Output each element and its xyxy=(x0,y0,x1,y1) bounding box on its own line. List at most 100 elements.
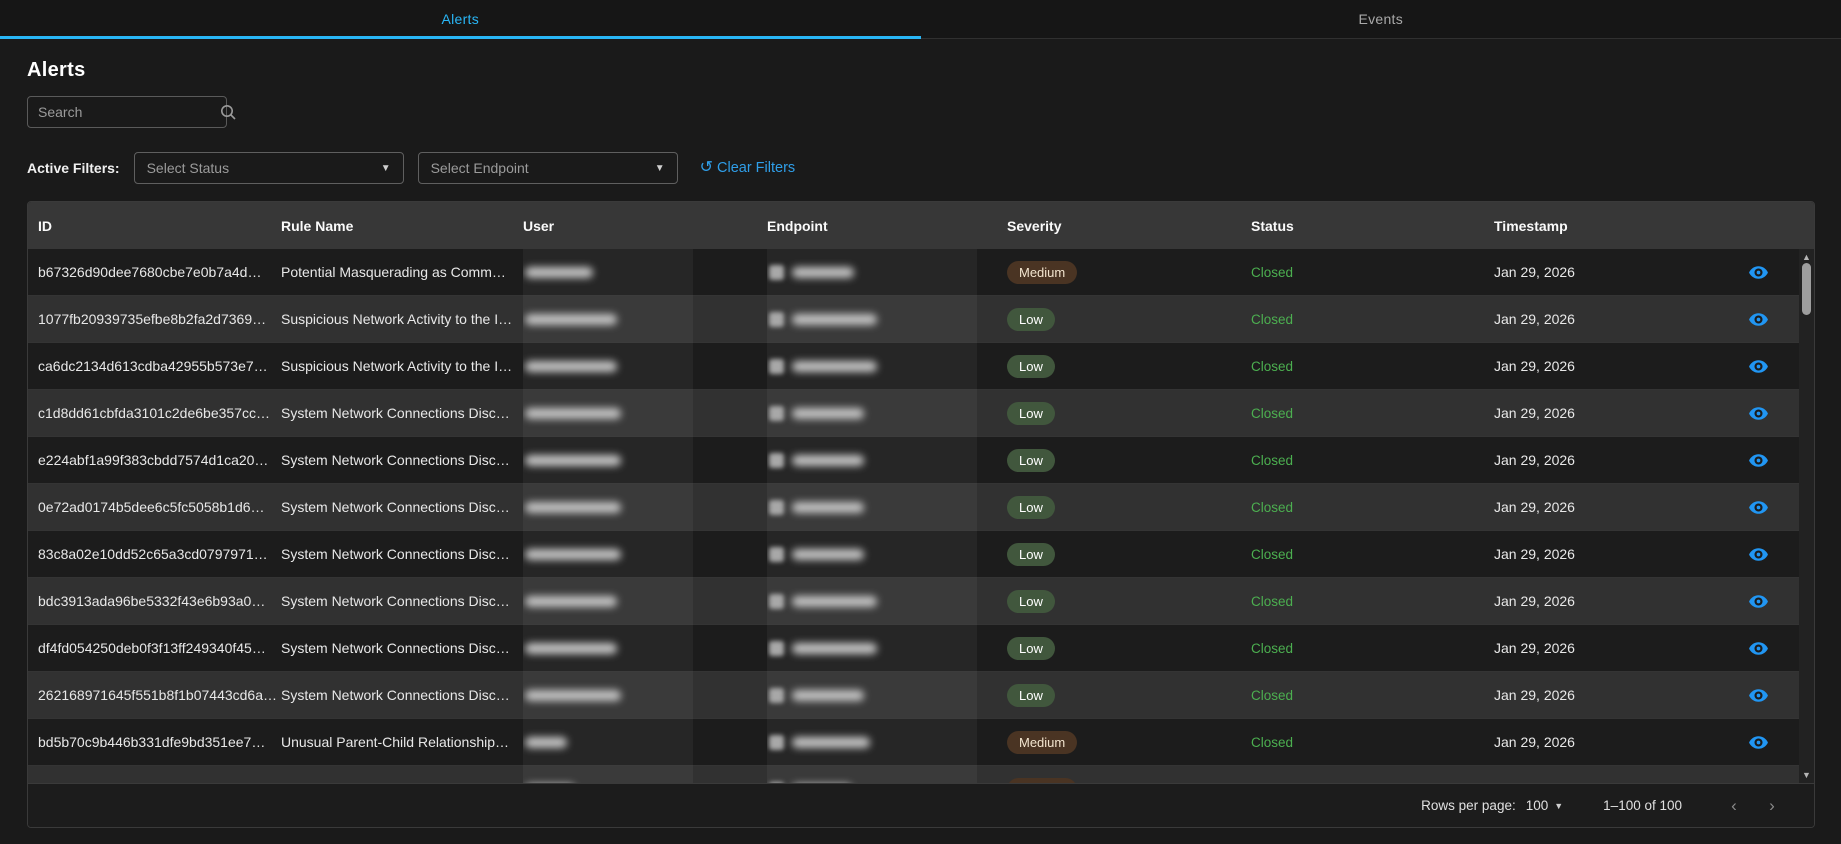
table-row[interactable]: df4fd054250deb0f3f13ff249340f45…System N… xyxy=(28,625,1799,672)
view-alert-eye-icon[interactable] xyxy=(1746,589,1770,613)
table-row[interactable]: 1077fb20939735efbe8b2fa2d7369…Suspicious… xyxy=(28,296,1799,343)
cell-severity: Medium xyxy=(1007,731,1251,754)
redaction-patch xyxy=(767,437,977,484)
search-icon xyxy=(219,103,237,121)
view-alert-eye-icon[interactable] xyxy=(1746,683,1770,707)
cell-rule-name: System Network Connections Disc… xyxy=(281,499,523,515)
view-alert-eye-icon[interactable] xyxy=(1746,307,1770,331)
clear-filters-button[interactable]: ↺ Clear Filters xyxy=(700,160,796,176)
redaction-patch xyxy=(523,766,693,784)
top-tab-bar: Alerts Events xyxy=(0,0,1841,39)
scroll-up-arrow-icon[interactable]: ▲ xyxy=(1799,251,1814,263)
cell-status: Closed xyxy=(1251,312,1494,327)
search-box[interactable] xyxy=(27,96,227,128)
cell-severity: Low xyxy=(1007,308,1251,331)
redaction-patch xyxy=(523,437,693,484)
redaction-patch xyxy=(523,672,693,719)
vertical-scrollbar[interactable]: ▲ ▼ xyxy=(1799,249,1814,783)
redaction-patch xyxy=(523,719,693,766)
redaction-patch xyxy=(523,343,693,390)
os-icon xyxy=(769,688,784,703)
table-row[interactable]: 262168971645f551b8f1b07443cd6a…System Ne… xyxy=(28,672,1799,719)
view-alert-eye-icon[interactable] xyxy=(1746,777,1770,783)
endpoint-filter-placeholder: Select Endpoint xyxy=(431,160,529,176)
table-row[interactable]: bd5b70c9b446b331dfe9bd351ee7…Unusual Par… xyxy=(28,719,1799,766)
os-icon xyxy=(769,594,784,609)
redaction-patch xyxy=(767,578,977,625)
cell-timestamp: Jan 29, 2026 xyxy=(1494,640,1731,656)
table-row[interactable]: bdc3913ada96be5332f43e6b93a0…System Netw… xyxy=(28,578,1799,625)
cell-status: Closed xyxy=(1251,453,1494,468)
table-row[interactable]: b67326d90dee7680cbe7e0b7a4d…Potential Ma… xyxy=(28,249,1799,296)
cell-user-redacted xyxy=(523,390,767,437)
table-row[interactable]: MediumClosedJan 29, 2026 xyxy=(28,766,1799,783)
table-row[interactable]: 83c8a02e10dd52c65a3cd0797971…System Netw… xyxy=(28,531,1799,578)
status-filter-placeholder: Select Status xyxy=(147,160,230,176)
cell-endpoint-redacted xyxy=(767,296,1007,343)
cell-user-redacted xyxy=(523,625,767,672)
tab-events[interactable]: Events xyxy=(921,0,1841,38)
table-rows: b67326d90dee7680cbe7e0b7a4d…Potential Ma… xyxy=(28,249,1799,783)
view-alert-eye-icon[interactable] xyxy=(1746,448,1770,472)
cell-severity: Medium xyxy=(1007,778,1251,784)
redaction-patch xyxy=(523,531,693,578)
view-alert-eye-icon[interactable] xyxy=(1746,260,1770,284)
endpoint-filter-select[interactable]: Select Endpoint ▼ xyxy=(418,152,678,184)
column-header-id: ID xyxy=(38,218,281,234)
cell-actions xyxy=(1731,542,1799,566)
redaction-patch xyxy=(523,390,693,437)
status-filter-select[interactable]: Select Status ▼ xyxy=(134,152,404,184)
cell-severity: Low xyxy=(1007,402,1251,425)
cell-severity: Low xyxy=(1007,684,1251,707)
cell-status: Closed xyxy=(1251,594,1494,609)
cell-timestamp: Jan 29, 2026 xyxy=(1494,781,1731,783)
cell-status: Closed xyxy=(1251,265,1494,280)
cell-actions xyxy=(1731,777,1799,783)
chevron-down-icon: ▼ xyxy=(381,163,391,174)
page-title: Alerts xyxy=(27,59,1814,82)
cell-status: Closed xyxy=(1251,735,1494,750)
redaction-patch xyxy=(767,672,977,719)
scroll-down-arrow-icon[interactable]: ▼ xyxy=(1799,769,1814,781)
tab-alerts[interactable]: Alerts xyxy=(0,0,921,38)
rows-per-page-select[interactable]: 100 ▼ xyxy=(1526,798,1563,813)
cell-user-redacted xyxy=(523,296,767,343)
view-alert-eye-icon[interactable] xyxy=(1746,495,1770,519)
table-row[interactable]: e224abf1a99f383cbdd7574d1ca20…System Net… xyxy=(28,437,1799,484)
view-alert-eye-icon[interactable] xyxy=(1746,401,1770,425)
next-page-button[interactable]: › xyxy=(1760,796,1784,816)
os-icon xyxy=(769,782,784,784)
previous-page-button[interactable]: ‹ xyxy=(1722,796,1746,816)
scrollbar-thumb[interactable] xyxy=(1802,263,1811,315)
cell-rule-name: System Network Connections Disc… xyxy=(281,405,523,421)
table-row[interactable]: 0e72ad0174b5dee6c5fc5058b1d6…System Netw… xyxy=(28,484,1799,531)
chevron-down-icon: ▼ xyxy=(1554,801,1563,811)
chevron-down-icon: ▼ xyxy=(655,163,665,174)
view-alert-eye-icon[interactable] xyxy=(1746,730,1770,754)
cell-status: Closed xyxy=(1251,359,1494,374)
cell-status: Closed xyxy=(1251,547,1494,562)
severity-badge: Low xyxy=(1007,543,1055,566)
column-header-rule-name: Rule Name xyxy=(281,218,523,234)
os-icon xyxy=(769,312,784,327)
clear-filters-label: Clear Filters xyxy=(717,160,795,176)
cell-severity: Low xyxy=(1007,590,1251,613)
cell-actions xyxy=(1731,636,1799,660)
cell-endpoint-redacted xyxy=(767,437,1007,484)
view-alert-eye-icon[interactable] xyxy=(1746,354,1770,378)
cell-rule-name: Suspicious Network Activity to the I… xyxy=(281,311,523,327)
cell-user-redacted xyxy=(523,766,767,784)
search-input[interactable] xyxy=(38,104,219,120)
table-row[interactable]: ca6dc2134d613cdba42955b573e7…Suspicious … xyxy=(28,343,1799,390)
table-row[interactable]: c1d8dd61cbfda3101c2de6be357cc…System Net… xyxy=(28,390,1799,437)
cell-timestamp: Jan 29, 2026 xyxy=(1494,452,1731,468)
cell-rule-name: Suspicious Network Activity to the I… xyxy=(281,358,523,374)
view-alert-eye-icon[interactable] xyxy=(1746,542,1770,566)
rows-per-page-value: 100 xyxy=(1526,798,1549,813)
cell-id: df4fd054250deb0f3f13ff249340f45… xyxy=(38,640,281,656)
cell-status: Closed xyxy=(1251,641,1494,656)
severity-badge: Low xyxy=(1007,684,1055,707)
table-body-viewport: b67326d90dee7680cbe7e0b7a4d…Potential Ma… xyxy=(28,249,1814,783)
view-alert-eye-icon[interactable] xyxy=(1746,636,1770,660)
severity-badge: Low xyxy=(1007,355,1055,378)
